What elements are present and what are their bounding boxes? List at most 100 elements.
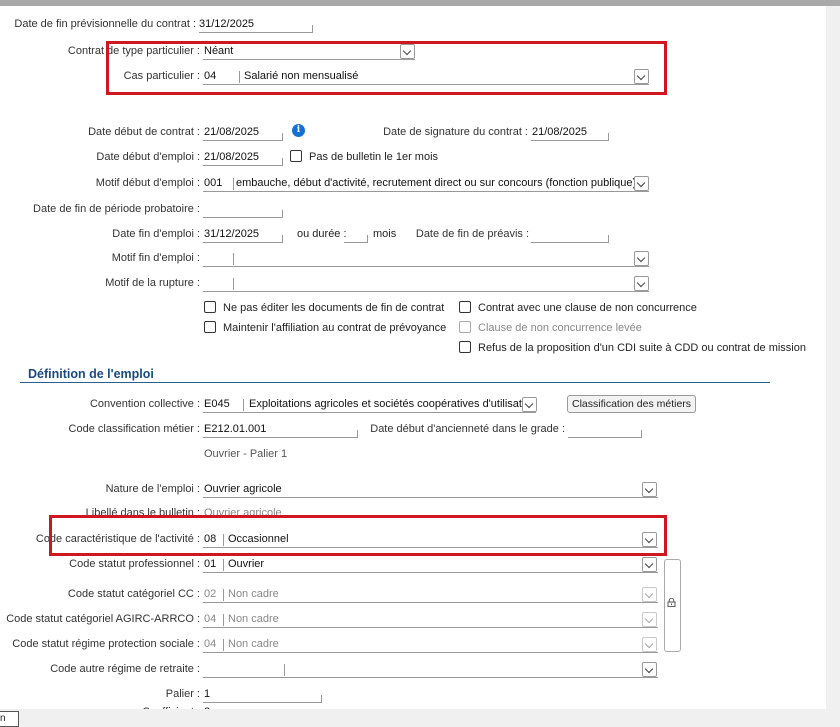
nature-chevron-down-icon[interactable]	[642, 482, 657, 497]
coefficient-label: Coefficient :	[142, 706, 200, 709]
statut-regime-label: Code statut régime protection sociale :	[12, 638, 200, 650]
code-classif-field[interactable]: E212.01.001	[203, 421, 358, 438]
date-fin-prev-value: 31/12/2025	[199, 18, 255, 30]
autre-regime-label: Code autre régime de retraite :	[50, 663, 200, 675]
statut-cat-cc-label: Code statut catégoriel CC :	[67, 588, 200, 600]
statut-regime-value: Non cadre	[228, 638, 279, 650]
clause-non-concurrence-label: Contrat avec une clause de non concurren…	[478, 302, 697, 314]
motif-debut-select[interactable]: 001 embauche, début d'activité, recrutem…	[203, 175, 649, 192]
classification-metiers-button[interactable]: Classification des métiers	[567, 395, 697, 413]
statut-pro-chevron-down-icon[interactable]	[642, 557, 657, 572]
date-debut-contrat-label: Date début de contrat :	[88, 126, 200, 138]
motif-debut-code: 001	[204, 177, 223, 189]
convention-value: Exploitations agricoles et sociétés coop…	[249, 398, 523, 410]
motif-fin-label: Motif fin d'emploi :	[111, 252, 200, 264]
ou-duree-label: ou durée :	[297, 228, 347, 240]
date-fin-probatoire-label: Date de fin de période probatoire :	[33, 203, 200, 215]
coefficient-value: 2	[204, 706, 210, 709]
date-fin-emploi-field[interactable]: 31/12/2025	[203, 226, 283, 243]
motif-fin-select[interactable]	[203, 250, 649, 267]
date-fin-probatoire-field[interactable]	[203, 201, 283, 218]
pas-bulletin-label: Pas de bulletin le 1er mois	[309, 151, 439, 163]
bottom-tab[interactable]: n	[0, 711, 19, 727]
section-divider	[20, 382, 770, 383]
statut-regime-select: 04 Non cadre	[203, 636, 658, 653]
statut-agirc-label: Code statut catégoriel AGIRC-ARRCO :	[6, 613, 200, 625]
date-anciennete-field[interactable]	[568, 421, 642, 438]
statut-agirc-value: Non cadre	[228, 613, 279, 625]
nature-select[interactable]: Ouvrier agricole	[203, 481, 658, 498]
highlight-box-activite	[49, 515, 667, 556]
motif-debut-chevron-down-icon[interactable]	[634, 176, 649, 191]
motif-debut-value: embauche, début d'activité, recrutement …	[236, 177, 634, 189]
statut-pro-select[interactable]: 01 Ouvrier	[203, 556, 658, 573]
autre-regime-chevron-down-icon[interactable]	[642, 662, 657, 677]
statut-cat-cc-select: 02 Non cadre	[203, 586, 658, 603]
date-debut-contrat-field[interactable]: 21/08/2025	[203, 124, 283, 141]
date-fin-prev-field[interactable]: 31/12/2025	[199, 16, 313, 33]
bottom-tab-label: n	[0, 713, 6, 724]
statut-regime-chevron-down-icon	[642, 637, 657, 652]
date-fin-preavis-label: Date de fin de préavis :	[415, 228, 529, 240]
date-signature-value: 21/08/2025	[532, 126, 588, 138]
motif-rupture-label: Motif de la rupture :	[105, 277, 200, 289]
classif-description: Ouvrier - Palier 1	[204, 448, 288, 460]
nature-value: Ouvrier agricole	[204, 483, 282, 495]
statut-pro-value: Ouvrier	[228, 558, 265, 570]
ne-pas-editer-label: Ne pas éditer les documents de fin de co…	[223, 302, 445, 314]
motif-rupture-chevron-down-icon[interactable]	[634, 276, 649, 291]
duree-field[interactable]	[344, 226, 368, 243]
date-fin-emploi-value: 31/12/2025	[204, 228, 260, 240]
section-title-emploi: Définition de l'emploi	[28, 367, 154, 381]
date-debut-contrat-value: 21/08/2025	[204, 126, 260, 138]
date-debut-emploi-label: Date début d'emploi :	[96, 151, 200, 163]
maintenir-affiliation-checkbox[interactable]	[204, 321, 216, 333]
motif-debut-label: Motif début d'emploi :	[95, 177, 200, 189]
statut-agirc-select: 04 Non cadre	[203, 611, 658, 628]
date-debut-emploi-value: 21/08/2025	[204, 151, 260, 163]
autre-regime-select[interactable]	[203, 661, 658, 678]
statut-cat-cc-chevron-down-icon	[642, 587, 657, 602]
convention-chevron-down-icon[interactable]	[522, 397, 537, 412]
info-icon[interactable]: i	[292, 124, 305, 137]
statut-cat-cc-value: Non cadre	[228, 588, 279, 600]
refus-cdi-label: Refus de la proposition d'un CDI suite à…	[478, 342, 806, 354]
statut-agirc-code: 04	[204, 613, 217, 625]
pas-bulletin-checkbox[interactable]	[290, 150, 302, 162]
date-fin-preavis-field[interactable]	[531, 226, 609, 243]
date-fin-emploi-label: Date fin d'emploi :	[112, 228, 200, 240]
right-edge	[826, 6, 840, 727]
refus-cdi-checkbox[interactable]	[459, 341, 471, 353]
palier-field[interactable]: 1	[203, 686, 322, 703]
date-signature-label: Date de signature du contrat :	[383, 126, 528, 138]
statut-cat-cc-code: 02	[204, 588, 217, 600]
convention-select[interactable]: E045 Exploitations agricoles et sociétés…	[203, 396, 536, 413]
code-classif-value: E212.01.001	[204, 423, 267, 435]
palier-label: Palier :	[165, 688, 200, 700]
date-anciennete-label: Date début d'ancienneté dans le grade :	[370, 423, 565, 435]
top-bar	[0, 0, 840, 6]
statut-pro-code: 01	[204, 558, 217, 570]
clause-non-concurrence-checkbox[interactable]	[459, 301, 471, 313]
convention-label: Convention collective :	[89, 398, 200, 410]
date-signature-field[interactable]: 21/08/2025	[531, 124, 609, 141]
date-fin-prev-label: Date de fin prévisionnelle du contrat :	[14, 18, 196, 30]
nature-label: Nature de l'emploi :	[105, 483, 200, 495]
motif-fin-chevron-down-icon[interactable]	[634, 251, 649, 266]
code-classif-label: Code classification métier :	[68, 423, 200, 435]
palier-value: 1	[204, 688, 211, 700]
maintenir-affiliation-label: Maintenir l'affiliation au contrat de pr…	[223, 322, 447, 334]
clause-levee-checkbox	[459, 321, 471, 333]
clause-levee-label: Clause de non concurrence levée	[478, 322, 642, 334]
highlight-box-contrat	[106, 41, 667, 95]
bottom-edge	[0, 709, 840, 727]
date-debut-emploi-field[interactable]: 21/08/2025	[203, 149, 283, 166]
lock-icon[interactable]	[667, 598, 676, 607]
statut-regime-code: 04	[204, 638, 217, 650]
convention-code: E045	[204, 398, 230, 410]
motif-rupture-select[interactable]	[203, 275, 649, 292]
statut-pro-label: Code statut professionnel :	[69, 558, 200, 570]
statut-agirc-chevron-down-icon	[642, 612, 657, 627]
ne-pas-editer-checkbox[interactable]	[204, 301, 216, 313]
mois-label: mois	[373, 228, 397, 240]
